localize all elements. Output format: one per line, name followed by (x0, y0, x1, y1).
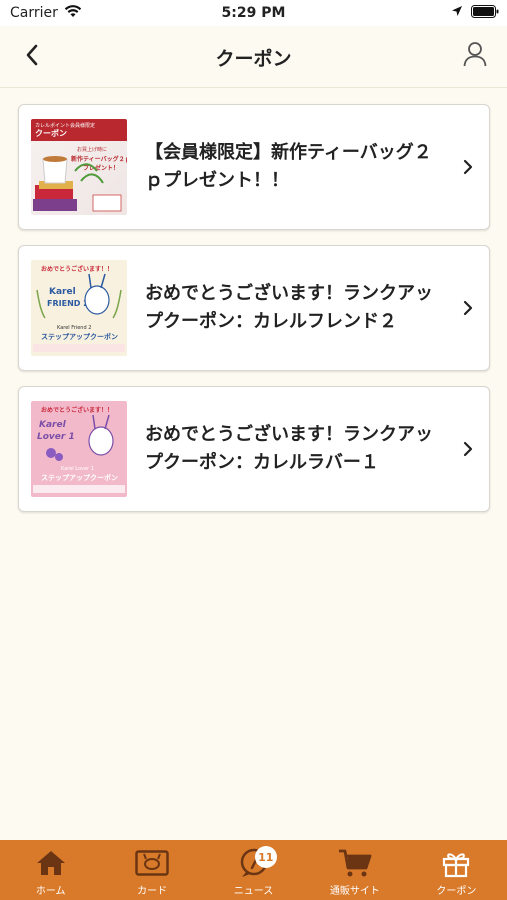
coupon-title: 【会員様限定】新作ティーバッグ２ｐプレゼント！！ (145, 142, 432, 191)
wifi-icon (64, 4, 82, 22)
tab-coupon[interactable]: クーポン (406, 840, 507, 900)
chevron-right-icon (461, 158, 475, 176)
status-right (451, 4, 499, 22)
tab-label: カード (137, 886, 168, 897)
location-arrow-icon (451, 5, 463, 21)
chevron-right-icon (461, 440, 475, 458)
tab-home[interactable]: ホーム (0, 840, 101, 900)
cart-icon (338, 848, 372, 878)
rabbit-illustration (33, 414, 125, 493)
gift-icon (439, 848, 473, 878)
tab-label: ニュース (233, 886, 274, 897)
carrier-label: Carrier (10, 5, 58, 21)
coupon-thumbnail: カレルポイント会員様限定 クーポン お買上げ時に 新作ティーバッグ２ｐ プレゼン… (31, 119, 127, 215)
coupon-thumbnail: おめでとうございます！！ Karel FRIEND 2 Karel Friend… (31, 260, 127, 356)
tab-card[interactable]: カード (101, 840, 202, 900)
tab-label: 通販サイト (329, 886, 380, 897)
tea-illustration (33, 156, 122, 212)
tab-news[interactable]: 11 ニュース (203, 840, 304, 900)
coupon-title: おめでとうございます！ランクアップクーポン：カレルフレンド２ (145, 283, 433, 332)
tab-bar: ホーム カード 11 ニュース 通販サイト クーポン (0, 840, 507, 900)
tab-label: ホーム (35, 886, 66, 897)
coupon-title: おめでとうございます！ランクアップクーポン：カレルラバー１ (145, 424, 433, 473)
coupon-thumbnail: おめでとうございます！！ Karel Lover 1 Karel Lover 1… (31, 401, 127, 497)
tab-label: クーポン (436, 886, 477, 897)
profile-button[interactable] (461, 42, 489, 70)
card-icon (135, 848, 169, 878)
status-bar: Carrier 5:29 PM (0, 0, 507, 26)
rabbit-illustration (33, 273, 125, 352)
battery-icon (471, 4, 499, 22)
news-badge: 11 (254, 846, 277, 868)
user-icon (463, 41, 487, 71)
nav-bar: クーポン (0, 26, 507, 88)
coupon-list: カレルポイント会員様限定 クーポン お買上げ時に 新作ティーバッグ２ｐ プレゼン… (18, 104, 490, 527)
page-title: クーポン (215, 48, 292, 70)
chevron-right-icon (461, 299, 475, 317)
status-left: Carrier (10, 4, 82, 22)
coupon-card[interactable]: おめでとうございます！！ Karel FRIEND 2 Karel Friend… (18, 245, 490, 371)
home-icon (34, 848, 68, 878)
coupon-card[interactable]: おめでとうございます！！ Karel Lover 1 Karel Lover 1… (18, 386, 490, 512)
thumb-text: クーポン (35, 129, 67, 138)
tab-shop[interactable]: 通販サイト (304, 840, 405, 900)
coupon-card[interactable]: カレルポイント会員様限定 クーポン お買上げ時に 新作ティーバッグ２ｐ プレゼン… (18, 104, 490, 230)
